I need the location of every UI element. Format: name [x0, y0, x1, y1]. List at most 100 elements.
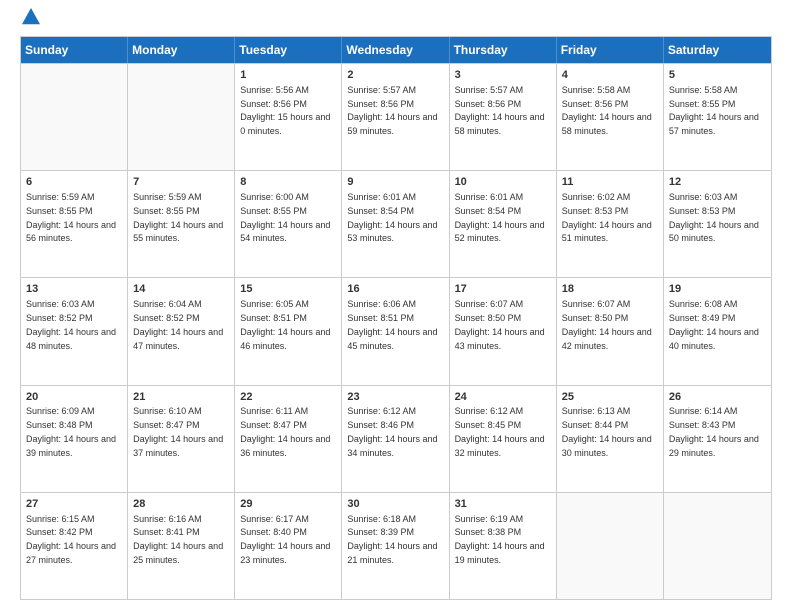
- calendar-cell: 17Sunrise: 6:07 AMSunset: 8:50 PMDayligh…: [450, 278, 557, 384]
- cell-text: Sunrise: 6:01 AMSunset: 8:54 PMDaylight:…: [455, 192, 545, 243]
- calendar-cell: 12Sunrise: 6:03 AMSunset: 8:53 PMDayligh…: [664, 171, 771, 277]
- cell-text: Sunrise: 5:58 AMSunset: 8:56 PMDaylight:…: [562, 85, 652, 136]
- calendar-cell: 21Sunrise: 6:10 AMSunset: 8:47 PMDayligh…: [128, 386, 235, 492]
- cell-text: Sunrise: 6:12 AMSunset: 8:46 PMDaylight:…: [347, 406, 437, 457]
- cell-text: Sunrise: 6:08 AMSunset: 8:49 PMDaylight:…: [669, 299, 759, 350]
- day-number: 20: [26, 390, 122, 405]
- day-number: 24: [455, 390, 551, 405]
- day-number: 28: [133, 497, 229, 512]
- cell-text: Sunrise: 6:18 AMSunset: 8:39 PMDaylight:…: [347, 514, 437, 565]
- calendar-row: 13 Sunrise: 6:03 AMSunset: 8:52 PMDayligh…: [21, 277, 771, 384]
- day-number: 27: [26, 497, 122, 512]
- calendar-cell: [664, 493, 771, 599]
- day-number: 29: [240, 497, 336, 512]
- calendar-cell: 15 Sunrise: 6:05 AMSunset: 8:51 PMDayligh…: [235, 278, 342, 384]
- weekday-header: Friday: [557, 37, 664, 63]
- day-number: 1: [240, 68, 336, 83]
- calendar-cell: [128, 64, 235, 170]
- cell-text: Sunrise: 5:59 AMSunset: 8:55 PMDaylight:…: [133, 192, 223, 243]
- day-number: 18: [562, 282, 658, 297]
- day-number: 31: [455, 497, 551, 512]
- calendar-cell: [21, 64, 128, 170]
- cell-text: Sunrise: 6:03 AMSunset: 8:52 PMDaylight:…: [26, 299, 116, 350]
- calendar-cell: 3 Sunrise: 5:57 AMSunset: 8:56 PMDaylight…: [450, 64, 557, 170]
- cell-text: Sunrise: 5:59 AMSunset: 8:55 PMDaylight:…: [26, 192, 116, 243]
- day-number: 15: [240, 282, 336, 297]
- calendar-cell: 9 Sunrise: 6:01 AMSunset: 8:54 PMDaylight…: [342, 171, 449, 277]
- day-number: 5: [669, 68, 766, 83]
- day-number: 11: [562, 175, 658, 190]
- calendar-header: SundayMondayTuesdayWednesdayThursdayFrid…: [21, 37, 771, 63]
- calendar-row: 1 Sunrise: 5:56 AMSunset: 8:56 PMDaylight…: [21, 63, 771, 170]
- calendar-cell: 11 Sunrise: 6:02 AMSunset: 8:53 PMDayligh…: [557, 171, 664, 277]
- calendar-cell: 31 Sunrise: 6:19 AMSunset: 8:38 PMDayligh…: [450, 493, 557, 599]
- calendar-cell: 30 Sunrise: 6:18 AMSunset: 8:39 PMDayligh…: [342, 493, 449, 599]
- calendar-cell: 26Sunrise: 6:14 AMSunset: 8:43 PMDayligh…: [664, 386, 771, 492]
- calendar-cell: 6 Sunrise: 5:59 AMSunset: 8:55 PMDaylight…: [21, 171, 128, 277]
- day-number: 17: [455, 282, 551, 297]
- weekday-header: Thursday: [450, 37, 557, 63]
- calendar-cell: 25Sunrise: 6:13 AMSunset: 8:44 PMDayligh…: [557, 386, 664, 492]
- day-number: 16: [347, 282, 443, 297]
- calendar-cell: 5 Sunrise: 5:58 AMSunset: 8:55 PMDaylight…: [664, 64, 771, 170]
- day-number: 21: [133, 390, 229, 405]
- logo-text-block: [20, 16, 40, 26]
- day-number: 9: [347, 175, 443, 190]
- day-number: 12: [669, 175, 766, 190]
- cell-text: Sunrise: 6:02 AMSunset: 8:53 PMDaylight:…: [562, 192, 652, 243]
- calendar-cell: 4Sunrise: 5:58 AMSunset: 8:56 PMDaylight…: [557, 64, 664, 170]
- logo-icon: [22, 8, 40, 26]
- calendar-cell: 10Sunrise: 6:01 AMSunset: 8:54 PMDayligh…: [450, 171, 557, 277]
- cell-text: Sunrise: 6:09 AMSunset: 8:48 PMDaylight:…: [26, 406, 116, 457]
- day-number: 8: [240, 175, 336, 190]
- cell-text: Sunrise: 6:10 AMSunset: 8:47 PMDaylight:…: [133, 406, 223, 457]
- weekday-header: Sunday: [21, 37, 128, 63]
- day-number: 30: [347, 497, 443, 512]
- day-number: 6: [26, 175, 122, 190]
- day-number: 19: [669, 282, 766, 297]
- weekday-header: Wednesday: [342, 37, 449, 63]
- cell-text: Sunrise: 6:15 AMSunset: 8:42 PMDaylight:…: [26, 514, 116, 565]
- calendar-cell: 18 Sunrise: 6:07 AMSunset: 8:50 PMDayligh…: [557, 278, 664, 384]
- day-number: 3: [455, 68, 551, 83]
- calendar-cell: 13 Sunrise: 6:03 AMSunset: 8:52 PMDayligh…: [21, 278, 128, 384]
- weekday-header: Saturday: [664, 37, 771, 63]
- cell-text: Sunrise: 6:01 AMSunset: 8:54 PMDaylight:…: [347, 192, 437, 243]
- cell-text: Sunrise: 5:57 AMSunset: 8:56 PMDaylight:…: [455, 85, 545, 136]
- calendar-cell: 14Sunrise: 6:04 AMSunset: 8:52 PMDayligh…: [128, 278, 235, 384]
- cell-text: Sunrise: 6:04 AMSunset: 8:52 PMDaylight:…: [133, 299, 223, 350]
- calendar-cell: 22Sunrise: 6:11 AMSunset: 8:47 PMDayligh…: [235, 386, 342, 492]
- logo: [20, 16, 40, 26]
- calendar-cell: [557, 493, 664, 599]
- calendar-cell: 1 Sunrise: 5:56 AMSunset: 8:56 PMDaylight…: [235, 64, 342, 170]
- day-number: 7: [133, 175, 229, 190]
- calendar: SundayMondayTuesdayWednesdayThursdayFrid…: [20, 36, 772, 600]
- day-number: 22: [240, 390, 336, 405]
- calendar-cell: 24Sunrise: 6:12 AMSunset: 8:45 PMDayligh…: [450, 386, 557, 492]
- day-number: 25: [562, 390, 658, 405]
- cell-text: Sunrise: 6:14 AMSunset: 8:43 PMDaylight:…: [669, 406, 759, 457]
- calendar-cell: 27 Sunrise: 6:15 AMSunset: 8:42 PMDayligh…: [21, 493, 128, 599]
- calendar-cell: 20Sunrise: 6:09 AMSunset: 8:48 PMDayligh…: [21, 386, 128, 492]
- cell-text: Sunrise: 6:00 AMSunset: 8:55 PMDaylight:…: [240, 192, 330, 243]
- cell-text: Sunrise: 6:17 AMSunset: 8:40 PMDaylight:…: [240, 514, 330, 565]
- day-number: 13: [26, 282, 122, 297]
- day-number: 26: [669, 390, 766, 405]
- calendar-cell: 28 Sunrise: 6:16 AMSunset: 8:41 PMDayligh…: [128, 493, 235, 599]
- cell-text: Sunrise: 6:13 AMSunset: 8:44 PMDaylight:…: [562, 406, 652, 457]
- cell-text: Sunrise: 6:19 AMSunset: 8:38 PMDaylight:…: [455, 514, 545, 565]
- calendar-row: 20Sunrise: 6:09 AMSunset: 8:48 PMDayligh…: [21, 385, 771, 492]
- calendar-cell: 2Sunrise: 5:57 AMSunset: 8:56 PMDaylight…: [342, 64, 449, 170]
- calendar-cell: 23Sunrise: 6:12 AMSunset: 8:46 PMDayligh…: [342, 386, 449, 492]
- cell-text: Sunrise: 6:11 AMSunset: 8:47 PMDaylight:…: [240, 406, 330, 457]
- cell-text: Sunrise: 5:58 AMSunset: 8:55 PMDaylight:…: [669, 85, 759, 136]
- page: SundayMondayTuesdayWednesdayThursdayFrid…: [0, 0, 792, 612]
- cell-text: Sunrise: 5:56 AMSunset: 8:56 PMDaylight:…: [240, 85, 330, 136]
- weekday-header: Tuesday: [235, 37, 342, 63]
- cell-text: Sunrise: 6:07 AMSunset: 8:50 PMDaylight:…: [562, 299, 652, 350]
- calendar-cell: 16Sunrise: 6:06 AMSunset: 8:51 PMDayligh…: [342, 278, 449, 384]
- calendar-cell: 19 Sunrise: 6:08 AMSunset: 8:49 PMDayligh…: [664, 278, 771, 384]
- cell-text: Sunrise: 6:16 AMSunset: 8:41 PMDaylight:…: [133, 514, 223, 565]
- calendar-body: 1 Sunrise: 5:56 AMSunset: 8:56 PMDaylight…: [21, 63, 771, 599]
- cell-text: Sunrise: 6:05 AMSunset: 8:51 PMDaylight:…: [240, 299, 330, 350]
